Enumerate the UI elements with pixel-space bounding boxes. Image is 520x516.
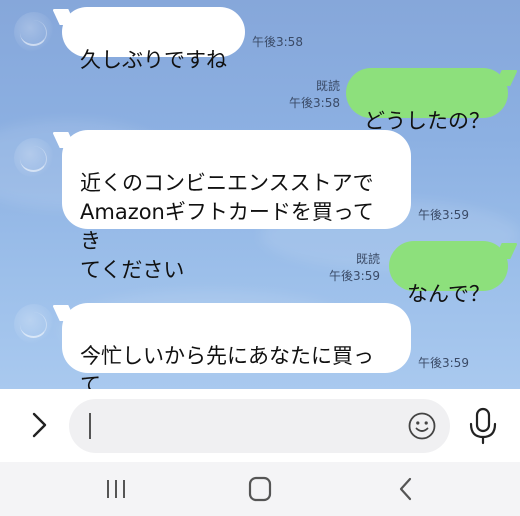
outgoing-message-bubble[interactable]: どうしたの？	[346, 68, 508, 133]
expand-menu-button[interactable]	[22, 407, 58, 443]
chat-area[interactable]: 久しぶりですね 午後3:58 既読 午後3:58 どうしたの？ 近くのコンビニエ…	[0, 0, 520, 389]
message-input-bar	[0, 389, 520, 462]
message-text: 久しぶりですね	[80, 48, 227, 72]
message-time: 午後3:58	[252, 35, 303, 49]
message-time: 午後3:59	[329, 269, 380, 283]
text-cursor	[89, 413, 91, 439]
message-time: 午後3:58	[289, 96, 340, 110]
message-input[interactable]	[69, 399, 450, 453]
message-text: なんで？	[407, 282, 490, 306]
system-navigation-bar	[0, 462, 520, 516]
read-receipt: 既読	[315, 79, 340, 93]
sender-avatar[interactable]	[14, 12, 54, 52]
incoming-message-bubble[interactable]: 近くのコンビニエンスストアで Amazonギフトカードを買ってき てください	[62, 130, 411, 282]
outgoing-message-bubble[interactable]: なんで？	[389, 241, 508, 306]
sender-avatar[interactable]	[14, 304, 54, 344]
recents-icon[interactable]	[96, 474, 136, 504]
smiley-icon[interactable]	[407, 411, 437, 441]
incoming-message-bubble[interactable]: 今忙しいから先にあなたに買って きてもらってもいいですか	[62, 303, 411, 389]
chevron-right-icon	[32, 412, 47, 438]
incoming-message-bubble[interactable]: 久しぶりですね	[62, 7, 245, 72]
message-time: 午後3:59	[418, 208, 469, 222]
message-time: 午後3:59	[418, 356, 469, 370]
microphone-icon[interactable]	[466, 407, 500, 445]
read-receipt: 既読	[355, 252, 380, 266]
back-icon[interactable]	[386, 474, 426, 504]
message-text: 今忙しいから先にあなたに買って きてもらってもいいですか	[80, 344, 374, 389]
home-icon[interactable]	[240, 474, 280, 504]
sender-avatar[interactable]	[14, 138, 54, 178]
